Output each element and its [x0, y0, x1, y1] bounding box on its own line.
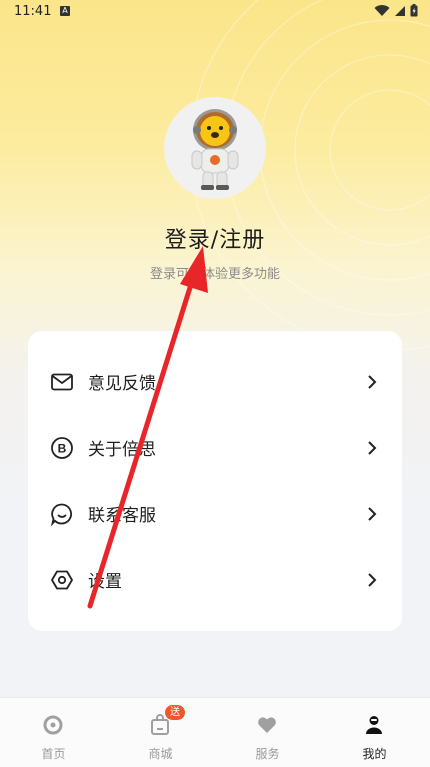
tab-service[interactable]: 服务 — [214, 698, 321, 767]
menu-item-about[interactable]: B 关于倍思 — [28, 415, 402, 481]
heart-icon — [258, 717, 276, 733]
menu-card: 意见反馈 B 关于倍思 联系客服 设置 — [28, 331, 402, 631]
menu-item-label: 意见反馈 — [88, 374, 156, 394]
chevron-right-icon — [368, 573, 377, 587]
notification-a-icon: A — [60, 6, 70, 16]
tab-label: 服务 — [255, 747, 280, 761]
signal-icon — [395, 5, 405, 16]
shop-badge: 送 — [165, 705, 185, 720]
chevron-right-icon — [368, 441, 377, 455]
status-bar: 11:41 A — [0, 0, 430, 24]
menu-item-label: 设置 — [88, 572, 122, 592]
menu-item-label: 关于倍思 — [88, 440, 156, 460]
menu-item-label: 联系客服 — [88, 506, 156, 526]
wifi-icon — [374, 4, 390, 16]
tab-label: 我的 — [362, 747, 387, 761]
tab-label: 首页 — [41, 747, 66, 761]
menu-item-customer-service[interactable]: 联系客服 — [28, 481, 402, 547]
svg-text:B: B — [58, 442, 67, 456]
brand-b-icon: B — [51, 437, 73, 459]
tab-label: 商城 — [148, 747, 173, 761]
tab-mine[interactable]: 我的 — [321, 698, 428, 767]
menu-item-feedback[interactable]: 意见反馈 — [28, 349, 402, 415]
lion-astronaut-avatar-icon — [191, 109, 239, 190]
settings-icon — [51, 570, 73, 590]
tab-shop[interactable]: 送 商城 — [107, 698, 214, 767]
status-time: 11:41 — [14, 4, 52, 19]
chevron-right-icon — [368, 375, 377, 389]
chevron-right-icon — [368, 507, 377, 521]
chat-icon — [51, 503, 73, 526]
tab-home[interactable]: 首页 — [0, 698, 107, 767]
avatar[interactable] — [164, 97, 266, 199]
login-subtitle: 登录可以体验更多功能 — [149, 267, 280, 282]
login-register-link[interactable]: 登录/注册 — [0, 222, 430, 254]
menu-item-settings[interactable]: 设置 — [28, 547, 402, 613]
battery-icon — [410, 4, 418, 17]
home-icon — [43, 715, 63, 735]
mail-icon — [51, 373, 73, 391]
bottom-tab-bar: 首页 送 商城 服务 我的 — [0, 697, 430, 767]
profile-icon — [366, 716, 382, 734]
